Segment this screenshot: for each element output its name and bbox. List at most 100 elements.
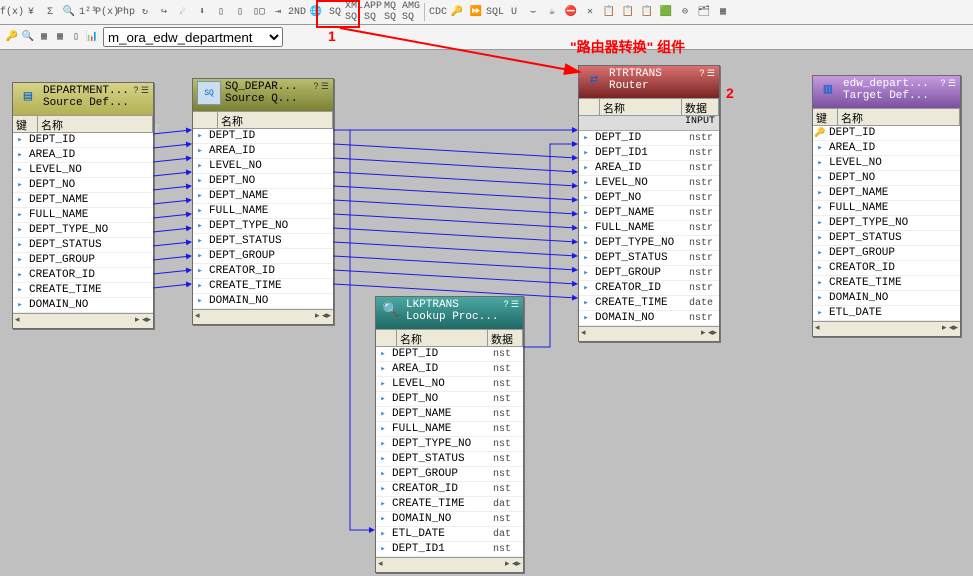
toolbar-icon[interactable]: XML SQ	[346, 4, 362, 20]
toolbar-icon[interactable]: 🟩	[658, 4, 674, 20]
field-row[interactable]: ▸DEPT_NO	[13, 178, 153, 193]
toolbar-icon[interactable]: ▦	[715, 4, 731, 20]
panel-controls[interactable]: ? ☰	[503, 299, 519, 310]
field-row[interactable]: ▸DEPT_NAME	[193, 189, 333, 204]
field-row[interactable]: ▸CREATOR_ID	[13, 268, 153, 283]
field-row[interactable]: ▸DEPT_IDnstr	[579, 131, 719, 146]
toolbar-icon[interactable]: 🔑	[4, 29, 20, 45]
panel-controls[interactable]: ? ☰	[699, 68, 715, 79]
field-row[interactable]: ▸AREA_IDnstr	[579, 161, 719, 176]
toolbar-icon[interactable]: 📋	[601, 4, 617, 20]
toolbar-icon[interactable]: ▯	[68, 29, 84, 45]
toolbar-icon[interactable]: ⬇	[194, 4, 210, 20]
field-row[interactable]: ▸DEPT_NAMEnstr	[579, 206, 719, 221]
toolbar-icon[interactable]: 🌐	[308, 4, 324, 20]
field-row[interactable]: ▸DEPT_GROUP	[13, 253, 153, 268]
toolbar-icon[interactable]: 📋	[639, 4, 655, 20]
toolbar-icon[interactable]: 1²³	[80, 4, 96, 20]
panel-target-def[interactable]: ▥ edw_depart...Target Def... ? ☰ 键名称 🔑DE…	[812, 75, 961, 337]
canvas[interactable]: Mapping Designer ▤ DEPARTMENT...Source D…	[0, 50, 973, 576]
panel-source-qualifier[interactable]: SQ SQ_DEPAR...Source Q... ? ☰ 名称 ▸DEPT_I…	[192, 78, 334, 325]
field-row[interactable]: ▸DEPT_GROUP	[813, 246, 960, 261]
toolbar-icon[interactable]: ▯	[232, 4, 248, 20]
mapping-select[interactable]: m_ora_edw_departmentm_ora_edw_department	[103, 27, 283, 47]
field-row[interactable]: ▸DEPT_NAME	[13, 193, 153, 208]
toolbar-icon[interactable]: ▯▢	[251, 4, 267, 20]
toolbar-icon[interactable]: 🔍	[20, 29, 36, 45]
toolbar-icon[interactable]: 🔍	[61, 4, 77, 20]
field-row[interactable]: ▸DEPT_ID1nst	[376, 542, 523, 557]
toolbar-icon[interactable]: ⛔	[563, 4, 579, 20]
field-row[interactable]: ▸CREATE_TIME	[13, 283, 153, 298]
toolbar-icon[interactable]: CDC	[430, 4, 446, 20]
field-row[interactable]: ▸DEPT_ID1nstr	[579, 146, 719, 161]
toolbar-icon[interactable]: 🔑	[449, 4, 465, 20]
field-row[interactable]: ▸FULL_NAMEnst	[376, 422, 523, 437]
toolbar-icon[interactable]: ⇥	[270, 4, 286, 20]
field-row[interactable]: ▸LEVEL_NO	[813, 156, 960, 171]
toolbar-icon[interactable]: 📊	[84, 29, 100, 45]
panel-controls[interactable]: ? ☰	[940, 78, 956, 89]
field-row[interactable]: ▸CREATOR_ID	[193, 264, 333, 279]
field-row[interactable]: ▸DEPT_STATUSnst	[376, 452, 523, 467]
panel-router[interactable]: ⇄ RTRTRANSRouter ? ☰ 名称数据 INPUT ▸DEPT_ID…	[578, 65, 720, 342]
toolbar-icon[interactable]: ¥	[23, 4, 39, 20]
field-row[interactable]: ▸LEVEL_NOnstr	[579, 176, 719, 191]
field-row[interactable]: ▸DEPT_TYPE_NOnst	[376, 437, 523, 452]
toolbar-icon[interactable]: 🗂	[696, 4, 712, 20]
toolbar-icon[interactable]: ▯	[213, 4, 229, 20]
field-row[interactable]: ▸DEPT_NO	[813, 171, 960, 186]
toolbar-icon[interactable]: ⊖	[677, 4, 693, 20]
field-row[interactable]: ▸DOMAIN_NOnst	[376, 512, 523, 527]
field-row[interactable]: ▸FULL_NAMEnstr	[579, 221, 719, 236]
toolbar-icon[interactable]: U	[506, 4, 522, 20]
panel-header[interactable]: 🔍 LKPTRANSLookup Proc... ? ☰	[376, 297, 523, 329]
field-row[interactable]: ▸ETL_DATE	[813, 306, 960, 321]
toolbar-icon[interactable]: ▦	[52, 29, 68, 45]
panel-footer[interactable]: ◂▸ ◂▸	[813, 321, 960, 336]
panel-header[interactable]: ▤ DEPARTMENT...Source Def... ? ☰	[13, 83, 153, 115]
field-row[interactable]: ▸DEPT_STATUS	[13, 238, 153, 253]
field-row[interactable]: ▸DEPT_TYPE_NOnstr	[579, 236, 719, 251]
toolbar-icon[interactable]: MQ SQ	[384, 4, 400, 20]
field-row[interactable]: ▸DOMAIN_NO	[13, 298, 153, 313]
field-row[interactable]: ▸FULL_NAME	[193, 204, 333, 219]
toolbar-icon[interactable]: ☕	[544, 4, 560, 20]
toolbar-icon[interactable]: SQL	[487, 4, 503, 20]
field-row[interactable]: ▸LEVEL_NO	[13, 163, 153, 178]
field-row[interactable]: ▸DOMAIN_NOnstr	[579, 311, 719, 326]
field-row[interactable]: ▸CREATE_TIME	[813, 276, 960, 291]
panel-controls[interactable]: ? ☰	[133, 85, 149, 96]
toolbar-icon[interactable]: SQ	[327, 4, 343, 20]
toolbar-icon[interactable]: Σ	[42, 4, 58, 20]
toolbar-icon[interactable]: Php	[118, 4, 134, 20]
toolbar-icon[interactable]: 📋	[620, 4, 636, 20]
panel-controls[interactable]: ? ☰	[313, 81, 329, 92]
panel-footer[interactable]: ◂▸ ◂▸	[579, 326, 719, 341]
field-row[interactable]: ▸FULL_NAME	[813, 201, 960, 216]
field-row[interactable]: ▸CREATE_TIMEdat	[376, 497, 523, 512]
toolbar-icon[interactable]: ⏩	[468, 4, 484, 20]
field-row[interactable]: ▸CREATOR_IDnst	[376, 482, 523, 497]
field-row[interactable]: ▸CREATE_TIME	[193, 279, 333, 294]
toolbar-icon[interactable]: ⌣	[525, 4, 541, 20]
field-row[interactable]: ▸AREA_ID	[813, 141, 960, 156]
panel-header[interactable]: SQ SQ_DEPAR...Source Q... ? ☰	[193, 79, 333, 111]
toolbar-icon[interactable]: APP SQ	[365, 4, 381, 20]
toolbar-icon[interactable]: AMG SQ	[403, 4, 419, 20]
field-row[interactable]: ▸DOMAIN_NO	[193, 294, 333, 309]
field-row[interactable]: ▸DEPT_TYPE_NO	[13, 223, 153, 238]
field-row[interactable]: ▸DEPT_TYPE_NO	[193, 219, 333, 234]
field-row[interactable]: ▸DEPT_TYPE_NO	[813, 216, 960, 231]
field-row[interactable]: ▸AREA_ID	[13, 148, 153, 163]
field-row[interactable]: ▸DEPT_NO	[193, 174, 333, 189]
toolbar-icon[interactable]: ↻	[137, 4, 153, 20]
field-row[interactable]: ▸DEPT_GROUPnst	[376, 467, 523, 482]
toolbar-icon[interactable]: ✕	[582, 4, 598, 20]
field-row[interactable]: 🔑DEPT_ID	[813, 126, 960, 141]
field-row[interactable]: ▸ETL_DATEdat	[376, 527, 523, 542]
field-row[interactable]: ▸AREA_IDnst	[376, 362, 523, 377]
panel-header[interactable]: ▥ edw_depart...Target Def... ? ☰	[813, 76, 960, 108]
field-row[interactable]: ▸CREATOR_ID	[813, 261, 960, 276]
field-row[interactable]: ▸DEPT_NAME	[813, 186, 960, 201]
